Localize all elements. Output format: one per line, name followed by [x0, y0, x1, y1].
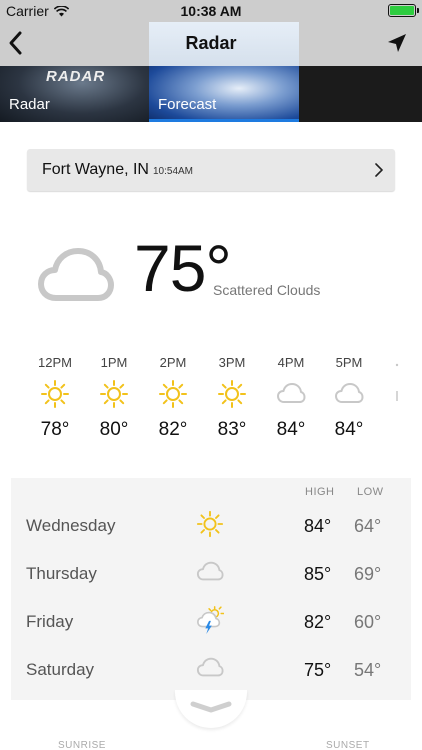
radar-logo: RADAR: [46, 68, 106, 85]
cloud-icon: [196, 561, 224, 581]
sun-icon: [159, 380, 187, 408]
hour-temp: 82°: [158, 419, 188, 440]
sun-icon: [41, 380, 69, 408]
hourly-item: 5PM 84°: [324, 355, 374, 441]
hourly-item: 2PM 82°: [148, 355, 198, 441]
day-name: Saturday: [26, 660, 95, 679]
tile-empty: [299, 66, 422, 122]
hour-temp: 84°: [276, 419, 306, 440]
sunset-label: SUNSET: [326, 740, 370, 750]
day-high: 75°: [304, 660, 332, 680]
location-time: 10:54AM: [152, 166, 194, 177]
thunderstorm-sun-icon: [197, 606, 224, 634]
hour-time: 2PM: [159, 355, 187, 370]
tile-forecast[interactable]: Forecast: [149, 66, 299, 122]
hour-time: 1PM: [100, 355, 128, 370]
hour-temp: 84°: [334, 419, 364, 440]
hourly-item: 1PM 80°: [89, 355, 139, 441]
hourly-forecast[interactable]: 12PM 78° 1PM 80° 2PM 82° 3PM 83° 4PM 84°…: [0, 355, 422, 455]
sunrise-label: SUNRISE: [58, 740, 106, 750]
battery-icon: [388, 4, 419, 17]
hourly-item: 3PM 83°: [207, 355, 257, 441]
daily-forecast: HIGH LOW Wednesday 84° 64° Thursday 85° …: [11, 478, 411, 700]
day-low: 69°: [354, 564, 382, 584]
day-row[interactable]: Wednesday 84° 64°: [11, 504, 411, 552]
nav-title: Radar: [185, 33, 237, 53]
day-name: Thursday: [26, 564, 97, 583]
hour-temp: 80°: [99, 419, 129, 440]
hour-time: 3PM: [218, 355, 246, 370]
tile-radar[interactable]: RADAR Radar: [0, 66, 149, 122]
sun-icon: [218, 380, 246, 408]
day-low: 54°: [354, 660, 382, 680]
cloud-icon: [277, 383, 306, 403]
high-header: HIGH: [305, 486, 335, 498]
location-name-row: Fort Wayne, IN 10:54AM: [42, 161, 193, 179]
day-row[interactable]: Friday 82° 60°: [11, 600, 411, 648]
hourly-item: 4PM 84°: [266, 355, 316, 441]
hour-temp: 83°: [217, 419, 247, 440]
day-high: 84°: [304, 516, 332, 536]
day-name: Friday: [26, 612, 74, 631]
expand-handle[interactable]: [175, 690, 247, 728]
location-selector[interactable]: Fort Wayne, IN 10:54AM: [27, 149, 395, 191]
location-arrow-icon[interactable]: [386, 32, 408, 54]
day-row[interactable]: Saturday 75° 54°: [11, 648, 411, 696]
cloud-icon: [196, 657, 224, 677]
day-name: Wednesday: [26, 516, 116, 535]
hourly-overflow-hint: [395, 363, 399, 401]
location-name: Fort Wayne, IN: [42, 161, 149, 178]
chevron-right-icon: [375, 163, 383, 177]
low-header: LOW: [357, 486, 384, 498]
status-bar: Carrier 10:38 AM: [0, 0, 422, 22]
chevron-down-icon: [190, 701, 232, 713]
day-low: 64°: [354, 516, 382, 536]
current-conditions: Scattered Clouds: [213, 282, 321, 298]
day-high: 85°: [304, 564, 332, 584]
section-tiles: RADAR Radar Forecast: [0, 66, 422, 122]
status-time: 10:38 AM: [180, 3, 242, 19]
tile-radar-label: Radar: [9, 96, 50, 113]
day-row[interactable]: Thursday 85° 69°: [11, 552, 411, 600]
sun-icon: [196, 510, 224, 538]
tile-forecast-label: Forecast: [158, 96, 217, 113]
status-right: [388, 4, 419, 17]
day-high: 82°: [304, 612, 332, 632]
battery-fill: [390, 6, 414, 15]
hour-time: 4PM: [277, 355, 305, 370]
day-low: 60°: [354, 612, 382, 632]
cloud-icon: [335, 383, 364, 403]
hour-time: 12PM: [38, 355, 72, 370]
hourly-item: 12PM 78°: [30, 355, 80, 441]
hour-time: 5PM: [335, 355, 363, 370]
hour-temp: 78°: [40, 419, 70, 440]
sun-icon: [100, 380, 128, 408]
tile-selected-indicator: [149, 119, 299, 122]
cloud-icon: [38, 248, 114, 301]
